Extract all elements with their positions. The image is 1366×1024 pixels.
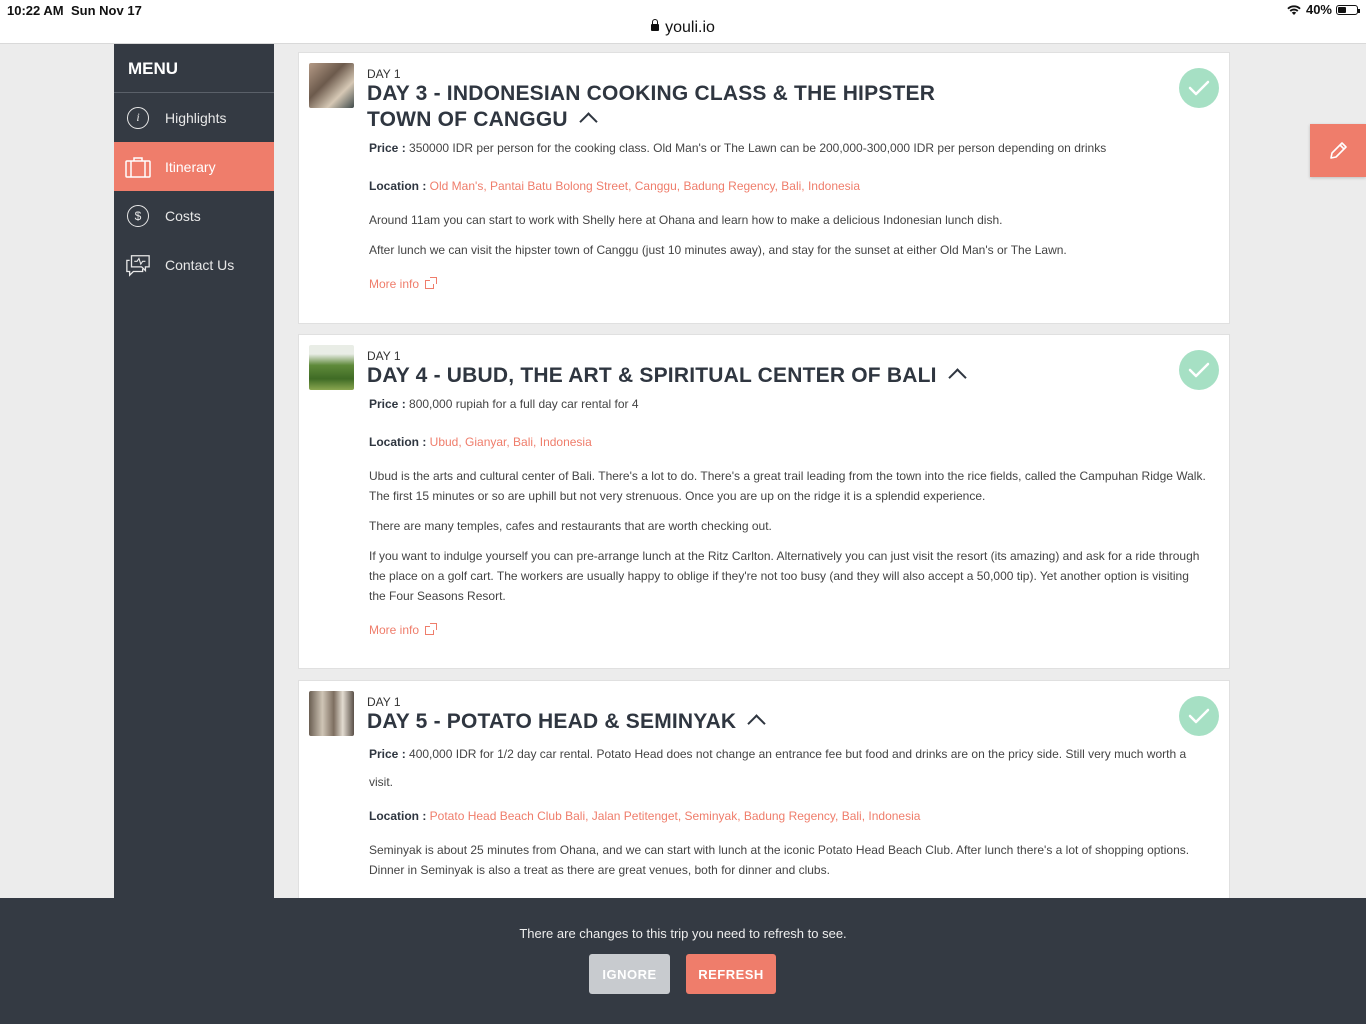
info-icon: i — [125, 105, 151, 131]
check-icon[interactable] — [1179, 350, 1219, 390]
activity-title[interactable]: DAY 5 - POTATO HEAD & SEMINYAK — [367, 709, 766, 735]
dollar-icon: $ — [125, 203, 151, 229]
sidebar-item-label: Itinerary — [165, 158, 216, 175]
sidebar-item-highlights[interactable]: i Highlights — [114, 93, 274, 142]
location-label: Location : — [369, 809, 427, 823]
sidebar-item-costs[interactable]: $ Costs — [114, 191, 274, 240]
refresh-banner: There are changes to this trip you need … — [0, 898, 1366, 1024]
price-label: Price : — [369, 397, 406, 411]
price-label: Price : — [369, 747, 406, 761]
price-text: 400,000 IDR for 1/2 day car rental. Pota… — [369, 747, 1187, 789]
more-info-link[interactable]: More info — [369, 620, 438, 640]
activity-details: Price : 350000 IDR per person for the co… — [369, 138, 1207, 304]
itinerary-card: DAY 1 DAY 3 - INDONESIAN COOKING CLASS &… — [298, 52, 1230, 324]
suitcase-icon — [125, 154, 151, 180]
activity-details: Price : 800,000 rupiah for a full day ca… — [369, 394, 1207, 650]
day-label: DAY 1 — [367, 67, 401, 81]
activity-thumbnail[interactable] — [309, 345, 354, 390]
price-text: 350000 IDR per person for the cooking cl… — [409, 141, 1107, 155]
sidebar-item-label: Highlights — [165, 109, 227, 126]
chat-icon — [125, 252, 151, 278]
battery-percent: 40% — [1305, 2, 1332, 17]
wifi-icon — [1287, 4, 1301, 15]
chevron-up-icon[interactable] — [947, 368, 967, 387]
chevron-up-icon[interactable] — [579, 112, 598, 131]
sidebar-item-itinerary[interactable]: Itinerary — [114, 142, 274, 191]
url-bar[interactable]: youli.io — [0, 19, 1366, 37]
sidebar-item-label: Contact Us — [165, 256, 235, 273]
activity-title[interactable]: DAY 3 - INDONESIAN COOKING CLASS & THE H… — [367, 81, 935, 133]
battery-icon — [1336, 4, 1360, 15]
external-link-icon — [425, 622, 438, 635]
itinerary-card: DAY 1 DAY 5 - POTATO HEAD & SEMINYAK Pri… — [298, 680, 1230, 924]
description-paragraph: Around 11am you can start to work with S… — [369, 213, 1003, 227]
activity-title[interactable]: DAY 4 - UBUD, THE ART & SPIRITUAL CENTER… — [367, 363, 967, 389]
banner-message: There are changes to this trip you need … — [519, 926, 847, 941]
status-bar: 10:22 AM Sun Nov 17 youli.io 40% — [0, 0, 1366, 44]
url-text: youli.io — [665, 19, 715, 36]
status-date: Sun Nov 17 — [71, 3, 142, 18]
itinerary-card: DAY 1 DAY 4 - UBUD, THE ART & SPIRITUAL … — [298, 334, 1230, 669]
check-icon[interactable] — [1179, 696, 1219, 736]
location-link[interactable]: Old Man's, Pantai Batu Bolong Street, Ca… — [430, 179, 860, 193]
description-paragraph: If you want to indulge yourself you can … — [369, 549, 1200, 603]
pencil-icon — [1330, 141, 1347, 159]
activity-details: Price : 400,000 IDR for 1/2 day car rent… — [369, 740, 1207, 890]
location-link[interactable]: Ubud, Gianyar, Bali, Indonesia — [430, 435, 592, 449]
sidebar-item-label: Costs — [165, 207, 201, 224]
chevron-up-icon[interactable] — [747, 714, 766, 733]
refresh-button[interactable]: REFRESH — [686, 954, 776, 994]
day-label: DAY 1 — [367, 349, 401, 363]
status-indicators: 40% — [1286, 2, 1360, 17]
activity-thumbnail[interactable] — [309, 691, 354, 736]
description-paragraph: Ubud is the arts and cultural center of … — [369, 469, 1206, 503]
title-text: TOWN OF CANGGU — [367, 108, 568, 131]
description-paragraph: There are many temples, cafes and restau… — [369, 519, 772, 533]
location-label: Location : — [369, 179, 427, 193]
lock-icon — [651, 19, 660, 31]
external-link-icon — [425, 276, 438, 289]
price-label: Price : — [369, 141, 406, 155]
description-paragraph: Seminyak is about 25 minutes from Ohana,… — [369, 843, 1190, 877]
ignore-button[interactable]: IGNORE — [589, 954, 670, 994]
title-text: DAY 5 - POTATO HEAD & SEMINYAK — [367, 710, 737, 733]
title-text: DAY 3 - INDONESIAN COOKING CLASS & THE H… — [367, 82, 936, 105]
activity-thumbnail[interactable] — [309, 63, 354, 108]
itinerary-content[interactable]: DAY 1 DAY 3 - INDONESIAN COOKING CLASS &… — [274, 44, 1252, 924]
sidebar-menu: MENU i Highlights Itinerary $ Costs Cont… — [114, 44, 274, 924]
location-link[interactable]: Potato Head Beach Club Bali, Jalan Petit… — [430, 809, 921, 823]
title-text: DAY 4 - UBUD, THE ART & SPIRITUAL CENTER… — [367, 364, 937, 387]
edit-button[interactable] — [1310, 124, 1366, 177]
location-label: Location : — [369, 435, 427, 449]
day-label: DAY 1 — [367, 695, 401, 709]
menu-title: MENU — [114, 44, 274, 93]
sidebar-item-contact-us[interactable]: Contact Us — [114, 240, 274, 289]
more-info-link[interactable]: More info — [369, 274, 438, 294]
description-paragraph: After lunch we can visit the hipster tow… — [369, 243, 1067, 257]
status-time: 10:22 AM — [7, 3, 64, 18]
price-text: 800,000 rupiah for a full day car rental… — [409, 397, 639, 411]
check-icon[interactable] — [1179, 68, 1219, 108]
